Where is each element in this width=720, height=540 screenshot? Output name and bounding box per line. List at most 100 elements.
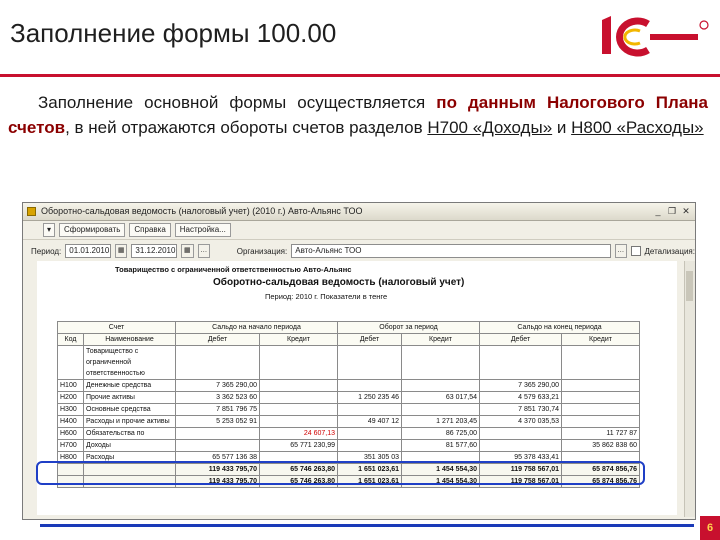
amount-cell: 7 365 290,00 xyxy=(479,379,562,392)
amount-cell xyxy=(479,439,562,452)
date-from-input[interactable]: 01.01.2010 xyxy=(65,244,112,258)
page-number: 6 xyxy=(700,516,720,540)
amount-cell xyxy=(337,345,402,380)
intro-paragraph: Заполнение основной формы осуществляется… xyxy=(8,90,708,140)
filter-bar: Период: 01.01.2010 ▦ 31.12.2010 ▦ … Орга… xyxy=(23,240,695,262)
column-header: Дебет xyxy=(337,333,402,346)
amount-cell: 11 727 87 xyxy=(561,427,640,440)
column-group-header: Сальдо на конец периода xyxy=(479,321,640,334)
intro-text-1: Заполнение основной формы осуществляется xyxy=(38,93,437,112)
amount-cell xyxy=(259,379,338,392)
amount-cell xyxy=(561,403,640,416)
vertical-scrollbar[interactable] xyxy=(684,261,695,517)
amount-cell xyxy=(337,439,402,452)
org-input[interactable]: Авто-Альянс ТОО xyxy=(291,244,611,258)
column-header: Кредит xyxy=(259,333,338,346)
column-group-header: Счет xyxy=(57,321,176,334)
scrollbar-thumb[interactable] xyxy=(686,271,693,301)
amount-cell: 63 017,54 xyxy=(401,391,480,404)
account-code: Н200 xyxy=(57,391,84,404)
amount-cell xyxy=(175,345,260,380)
footer-rule xyxy=(40,524,694,527)
amount-cell xyxy=(479,345,562,380)
help-button[interactable]: Справка xyxy=(129,223,171,237)
amount-cell: 65 771 230,99 xyxy=(259,439,338,452)
amount-cell: 3 362 523 60 xyxy=(175,391,260,404)
period-label: Период: xyxy=(31,246,62,256)
amount-cell xyxy=(561,345,640,380)
amount-cell xyxy=(401,345,480,380)
column-header: Дебет xyxy=(175,333,260,346)
amount-cell xyxy=(259,391,338,404)
amount-cell: 35 862 838 60 xyxy=(561,439,640,452)
account-code: Н600 xyxy=(57,427,84,440)
intro-text-3: и xyxy=(552,118,572,137)
account-name: Основные средства xyxy=(83,403,176,416)
table-row: Н600 Обязательства по 24 607,13 86 725,00 11… xyxy=(57,427,640,440)
amount-cell xyxy=(259,415,338,428)
amount-cell xyxy=(175,439,260,452)
column-header: Наименование xyxy=(83,333,176,346)
header-rule xyxy=(0,74,720,77)
amount-cell: 4 579 633,21 xyxy=(479,391,562,404)
org-select-button[interactable]: … xyxy=(614,244,627,258)
calendar-icon[interactable]: ▦ xyxy=(115,244,128,258)
app-icon xyxy=(27,207,36,216)
column-header: Кредит xyxy=(401,333,480,346)
window-controls: _ ❐ ✕ xyxy=(652,205,692,217)
column-header: Дебет xyxy=(479,333,562,346)
amount-cell: 7 851 730,74 xyxy=(479,403,562,416)
table-row: Н100 Денежные средства 7 365 290,00 7 365 2… xyxy=(57,379,640,392)
account-code: Н400 xyxy=(57,415,84,428)
table-row: Н700 Доходы 65 771 230,99 81 577,60 35 862 8… xyxy=(57,439,640,452)
account-code xyxy=(57,345,84,380)
amount-cell: 1 271 203,45 xyxy=(401,415,480,428)
column-header: Кредит xyxy=(561,333,640,346)
close-icon[interactable]: ✕ xyxy=(680,205,692,217)
menu-icon[interactable]: ▾ xyxy=(43,223,55,237)
calendar-icon[interactable]: ▦ xyxy=(181,244,194,258)
table-row: Н300 Основные средства 7 851 796 75 7 851 7… xyxy=(57,403,640,416)
window-titlebar[interactable]: Оборотно-сальдовая ведомость (налоговый … xyxy=(23,203,695,221)
account-name: Товарищество с ограниченной ответственно… xyxy=(83,345,176,380)
amount-cell xyxy=(479,427,562,440)
report-org-name: Товарищество с ограниченной ответственно… xyxy=(115,265,352,274)
window-toolbar: ▾ Сформировать Справка Настройка... xyxy=(23,221,695,240)
amount-cell xyxy=(175,427,260,440)
details-checkbox[interactable] xyxy=(630,246,641,256)
logo-digit xyxy=(602,20,611,54)
amount-cell: 5 253 052 91 xyxy=(175,415,260,428)
account-code: Н300 xyxy=(57,403,84,416)
column-group-header: Оборот за период xyxy=(337,321,480,334)
account-name: Обязательства по xyxy=(83,427,176,440)
1c-logo xyxy=(602,16,709,57)
intro-section-h800: Н800 «Расходы» xyxy=(571,118,704,137)
amount-cell: 7 365 290,00 xyxy=(175,379,260,392)
amount-cell xyxy=(561,379,640,392)
account-code: Н100 xyxy=(57,379,84,392)
intro-text-2: , в ней отражаются обороты счетов раздел… xyxy=(65,118,428,137)
amount-cell: 86 725,00 xyxy=(401,427,480,440)
window-title: Оборотно-сальдовая ведомость (налоговый … xyxy=(41,206,363,216)
amount-cell: 1 250 235 46 xyxy=(337,391,402,404)
amount-cell xyxy=(337,379,402,392)
minimize-icon[interactable]: _ xyxy=(652,205,664,217)
settings-button[interactable]: Настройка... xyxy=(174,223,231,237)
table-row: Товарищество с ограниченной ответственно… xyxy=(57,345,640,380)
column-group-header: Сальдо на начало периода xyxy=(175,321,338,334)
amount-cell xyxy=(401,379,480,392)
intro-section-h700: Н700 «Доходы» xyxy=(427,118,553,137)
generate-button[interactable]: Сформировать xyxy=(59,223,126,237)
amount-cell xyxy=(561,391,640,404)
report-period: Период: 2010 г. Показатели в тенге xyxy=(265,292,388,301)
date-to-input[interactable]: 31.12.2010 xyxy=(131,244,178,258)
amount-cell xyxy=(337,427,402,440)
restore-icon[interactable]: ❐ xyxy=(666,205,678,217)
slide-title: Заполнение формы 100.00 xyxy=(10,18,337,48)
amount-cell xyxy=(259,345,338,380)
account-name: Расходы и прочие активы xyxy=(83,415,176,428)
account-name: Прочие активы xyxy=(83,391,176,404)
amount-cell: 24 607,13 xyxy=(259,427,338,440)
account-name: Денежные средства xyxy=(83,379,176,392)
period-select-button[interactable]: … xyxy=(197,244,210,258)
